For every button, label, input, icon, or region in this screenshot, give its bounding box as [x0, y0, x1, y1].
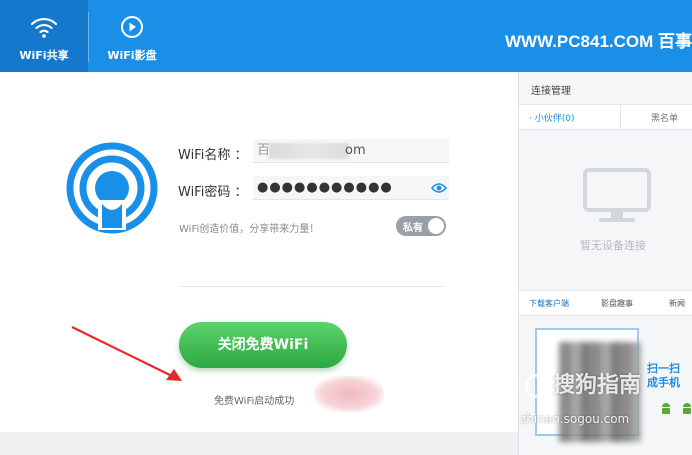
tab-wifi-share[interactable]: WiFi共享 — [0, 0, 88, 72]
connection-tabs: · 小伙伴(0) 黑名单 — [519, 104, 692, 130]
wifi-name-label: WiFi名称 ： — [178, 148, 248, 163]
sogou-logo-icon — [525, 374, 549, 398]
section-divider — [178, 286, 446, 287]
tab-friends[interactable]: · 小伙伴(0) — [529, 111, 574, 124]
client-tabs: 下载客户端 影盘趣事 新闻 — [519, 290, 692, 316]
tab-news[interactable]: 新闻 — [669, 298, 685, 309]
tab-drive-stories[interactable]: 影盘趣事 — [601, 298, 633, 309]
scan-hint: 扫一扫 成手机 — [647, 362, 680, 390]
wifi-app-window: WiFi共享 WiFi影盘 WWW.PC841.COM 百事 WiFi名称 ： … — [0, 0, 692, 455]
blur-blob — [314, 376, 384, 412]
name-blur-mask — [269, 143, 349, 159]
wifi-icon — [30, 17, 58, 38]
close-free-wifi-button[interactable]: 关闭免费WiFi — [179, 322, 347, 368]
watermark-text: 搜狗指南 — [553, 373, 642, 398]
tab-wifi-drive-label: WiFi影盘 — [107, 49, 157, 62]
wifi-password-label: WiFi密码 ： — [178, 185, 248, 200]
tab-wifi-share-label: WiFi共享 — [19, 49, 69, 62]
tab-wifi-drive[interactable]: WiFi影盘 — [88, 0, 176, 72]
toggle-knob — [428, 218, 444, 234]
private-toggle-label: 私有 — [403, 223, 423, 234]
watermark-url: zhinan.sogou.com — [520, 412, 630, 426]
android-icon-secondary — [683, 403, 691, 414]
wifi-name-field[interactable]: 百 om — [253, 139, 449, 163]
private-toggle[interactable]: 私有 — [396, 216, 446, 236]
bottom-strip — [0, 432, 518, 455]
android-icon — [662, 403, 670, 414]
tab-separator — [620, 105, 621, 129]
wifi-logo-icon — [66, 142, 158, 234]
scan-hint-line1: 扫一扫 — [647, 362, 680, 375]
eye-icon[interactable] — [431, 182, 447, 194]
tab-download-client[interactable]: 下载客户端 — [529, 298, 569, 309]
red-arrow-annotation — [71, 326, 182, 381]
sogou-watermark: 搜狗指南 — [525, 367, 641, 399]
wifi-password-field[interactable]: ●●●●●●●●●●● — [253, 176, 449, 200]
site-banner-text: WWW.PC841.COM 百事 — [505, 32, 692, 51]
tab-blacklist[interactable]: 黑名单 — [651, 111, 678, 124]
connection-panel-title: 连接管理 — [531, 86, 571, 97]
scan-hint-line2: 成手机 — [647, 376, 680, 389]
slogan-text: WiFi创造价值，分享带来力量！ — [179, 224, 320, 235]
empty-state-text: 暂无设备连接 — [580, 239, 646, 252]
top-bar: WiFi共享 WiFi影盘 WWW.PC841.COM 百事 — [0, 0, 692, 72]
play-circle-icon — [121, 16, 143, 38]
monitor-icon — [583, 168, 651, 222]
status-text: 免费WiFi启动成功 — [214, 396, 295, 407]
wifi-name-suffix: om — [345, 143, 366, 158]
